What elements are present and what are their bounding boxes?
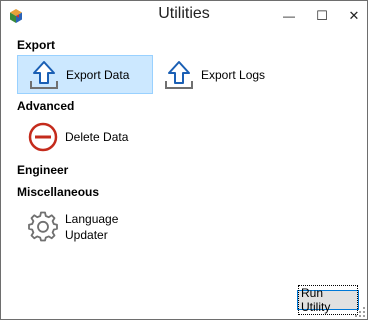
export-logs-label: Export Logs [201,67,266,82]
export-logs-item[interactable]: Export Logs [153,55,289,94]
section-heading-export: Export [17,38,56,52]
close-button[interactable]: ✕ [339,1,368,31]
upload-arrow-icon [165,60,193,89]
delete-data-item[interactable]: Delete Data [17,117,153,156]
language-updater-label-line2: Updater [65,228,108,242]
export-data-item[interactable]: Export Data [17,55,153,94]
minimize-button[interactable]: — [274,1,304,31]
delete-data-label: Delete Data [65,129,129,144]
export-data-label: Export Data [66,67,130,82]
section-heading-engineer: Engineer [17,163,69,177]
section-heading-miscellaneous: Miscellaneous [17,185,100,199]
language-updater-label-line1: Language [65,212,119,226]
gear-icon [28,211,58,242]
run-utility-button[interactable]: Run Utility [297,285,359,315]
upload-arrow-icon [30,60,58,89]
minus-circle-icon [28,122,58,151]
maximize-icon: ☐ [316,8,328,23]
section-heading-advanced: Advanced [17,99,75,113]
run-utility-label: Run Utility [298,285,358,315]
language-updater-label: Language Updater [65,211,118,243]
maximize-button[interactable]: ☐ [307,1,337,31]
title-bar[interactable]: Utilities — ☐ ✕ [1,1,367,32]
utilities-window: Utilities — ☐ ✕ Export Export Data Expor… [0,0,368,320]
resize-grip-icon[interactable] [355,307,365,317]
minimize-icon: — [283,9,295,23]
language-updater-item[interactable]: Language Updater [17,205,153,249]
close-icon: ✕ [348,8,360,23]
